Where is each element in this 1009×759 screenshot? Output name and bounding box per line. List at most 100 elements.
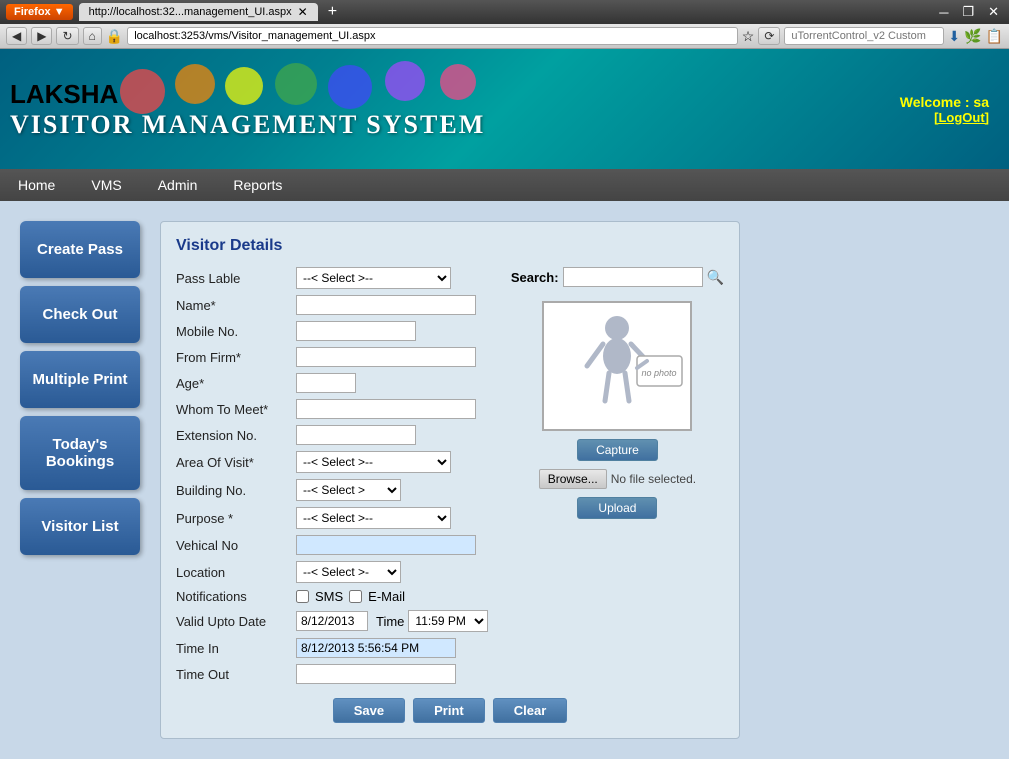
minimize-btn[interactable]: ─ — [939, 5, 948, 20]
star-icon[interactable]: ☆ — [742, 28, 755, 45]
back-btn[interactable]: ◀ — [6, 27, 27, 45]
search-row: Search: 🔍 — [511, 267, 724, 287]
mobile-row: Mobile No. — [176, 321, 491, 341]
email-label: E-Mail — [368, 589, 405, 604]
time-out-row: Time Out — [176, 664, 491, 684]
vehical-row: Vehical No — [176, 535, 491, 555]
age-input[interactable] — [296, 373, 356, 393]
svg-text:no photo: no photo — [642, 368, 677, 378]
area-visit-select[interactable]: --< Select >-- — [296, 451, 451, 473]
forward-btn[interactable]: ▶ — [31, 27, 52, 45]
purpose-row: Purpose * --< Select >-- — [176, 507, 491, 529]
time-in-row: Time In — [176, 638, 491, 658]
sms-checkbox[interactable] — [296, 590, 309, 603]
nav-reports[interactable]: Reports — [215, 169, 300, 201]
sidebar: Create Pass Check Out Multiple Print Tod… — [20, 221, 140, 739]
browse-button[interactable]: Browse... — [539, 469, 607, 489]
browser-search[interactable] — [784, 27, 944, 45]
logout-link[interactable]: [LogOut] — [900, 110, 989, 125]
name-row: Name* — [176, 295, 491, 315]
save-button[interactable]: Save — [333, 698, 405, 723]
no-file-text: No file selected. — [611, 472, 696, 486]
notifications-options: SMS E-Mail — [296, 589, 405, 604]
from-firm-row: From Firm* — [176, 347, 491, 367]
nav-admin[interactable]: Admin — [140, 169, 216, 201]
app-name: LAKSHA — [10, 79, 485, 110]
search-input[interactable] — [563, 267, 703, 287]
purpose-label: Purpose * — [176, 511, 296, 526]
search-label: Search: — [511, 270, 559, 285]
new-tab-btn[interactable]: + — [328, 3, 337, 21]
whom-meet-input[interactable] — [296, 399, 476, 419]
search-icon[interactable]: 🔍 — [707, 269, 724, 286]
mobile-input[interactable] — [296, 321, 416, 341]
bookmark-icon[interactable]: 📋 — [986, 28, 1003, 45]
valid-date-input[interactable] — [296, 611, 368, 631]
header-user-info: Welcome : sa [LogOut] — [900, 94, 989, 125]
time-out-label: Time Out — [176, 667, 296, 682]
clear-button[interactable]: Clear — [493, 698, 568, 723]
check-out-button[interactable]: Check Out — [20, 286, 140, 343]
close-btn[interactable]: ✕ — [988, 4, 999, 20]
purpose-select[interactable]: --< Select >-- — [296, 507, 451, 529]
building-select[interactable]: --< Select > — [296, 479, 401, 501]
bottom-buttons: Save Print Clear — [176, 698, 724, 723]
name-input[interactable] — [296, 295, 476, 315]
todays-bookings-button[interactable]: Today's Bookings — [20, 416, 140, 490]
building-label: Building No. — [176, 483, 296, 498]
from-firm-input[interactable] — [296, 347, 476, 367]
browser-nav: ◀ ▶ ↻ ⌂ 🔒 ☆ ⟳ ⬇ 🌿 📋 — [0, 24, 1009, 49]
time-in-input[interactable] — [296, 638, 456, 658]
firefox-button[interactable]: Firefox ▼ — [6, 4, 73, 20]
main-layout: Create Pass Check Out Multiple Print Tod… — [0, 201, 1009, 759]
print-button[interactable]: Print — [413, 698, 485, 723]
arrow-icon[interactable]: ⬇ — [948, 28, 960, 45]
capture-button[interactable]: Capture — [577, 439, 658, 461]
area-visit-label: Area Of Visit* — [176, 455, 296, 470]
time-in-label: Time In — [176, 641, 296, 656]
tab-close[interactable]: ✕ — [298, 5, 308, 19]
upload-button[interactable]: Upload — [577, 497, 657, 519]
vehical-input[interactable] — [296, 535, 476, 555]
time-out-input[interactable] — [296, 664, 456, 684]
form-left: Pass Lable --< Select >-- Name* Mobile N… — [176, 267, 491, 690]
create-pass-button[interactable]: Create Pass — [20, 221, 140, 278]
home-nav-btn[interactable]: ⌂ — [83, 27, 102, 45]
reload-btn[interactable]: ⟳ — [758, 27, 780, 45]
valid-upto-row: Valid Upto Date Time 11:59 PM — [176, 610, 491, 632]
browser-tab[interactable]: http://localhost:32...management_UI.aspx… — [79, 3, 318, 21]
pass-label-select[interactable]: --< Select >-- — [296, 267, 451, 289]
address-bar[interactable] — [127, 27, 738, 45]
location-row: Location --< Select >- — [176, 561, 491, 583]
file-input-row: Browse... No file selected. — [539, 469, 696, 489]
location-label: Location — [176, 565, 296, 580]
time-select[interactable]: 11:59 PM — [408, 610, 488, 632]
right-panel: Search: 🔍 — [511, 267, 724, 690]
area-visit-row: Area Of Visit* --< Select >-- — [176, 451, 491, 473]
sms-label: SMS — [315, 589, 343, 604]
location-select[interactable]: --< Select >- — [296, 561, 401, 583]
restore-btn[interactable]: ❐ — [962, 4, 974, 20]
no-photo-svg: no photo — [547, 306, 687, 426]
multiple-print-button[interactable]: Multiple Print — [20, 351, 140, 408]
system-name: VISITOR MANAGEMENT SYSTEM — [10, 110, 485, 139]
building-row: Building No. --< Select > — [176, 479, 491, 501]
date-time-row: Time 11:59 PM — [296, 610, 488, 632]
notifications-row: Notifications SMS E-Mail — [176, 589, 491, 604]
refresh-btn[interactable]: ↻ — [56, 27, 78, 45]
pass-label-text: Pass Lable — [176, 271, 296, 286]
whom-meet-label: Whom To Meet* — [176, 402, 296, 417]
app-header: LAKSHA VISITOR MANAGEMENT SYSTEM Welcome… — [0, 49, 1009, 169]
from-firm-label: From Firm* — [176, 350, 296, 365]
visitor-list-button[interactable]: Visitor List — [20, 498, 140, 555]
lock-icon: 🔒 — [106, 28, 123, 45]
leaf-icon: 🌿 — [964, 28, 981, 45]
browser-chrome: Firefox ▼ http://localhost:32...manageme… — [0, 0, 1009, 49]
nav-home[interactable]: Home — [0, 169, 73, 201]
whom-meet-row: Whom To Meet* — [176, 399, 491, 419]
nav-vms[interactable]: VMS — [73, 169, 139, 201]
extension-row: Extension No. — [176, 425, 491, 445]
email-checkbox[interactable] — [349, 590, 362, 603]
browser-titlebar: Firefox ▼ http://localhost:32...manageme… — [0, 0, 1009, 24]
extension-input[interactable] — [296, 425, 416, 445]
